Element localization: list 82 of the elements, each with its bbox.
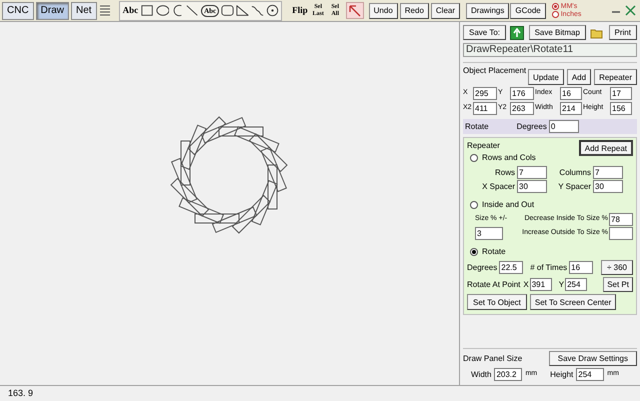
field-label: Rotate <box>465 120 489 132</box>
button[interactable]: Add Repeat <box>578 140 633 156</box>
button[interactable]: Set To Screen Center <box>530 294 616 310</box>
button[interactable]: Update <box>528 69 564 85</box>
toolbar-button[interactable]: Undo <box>368 2 398 18</box>
flip-tool[interactable]: Flip <box>292 4 308 18</box>
input-field[interactable]: 214 <box>560 102 582 115</box>
tab[interactable]: Draw <box>36 2 70 20</box>
input-field[interactable]: 30 <box>593 180 623 193</box>
arc-icon[interactable] <box>171 4 184 17</box>
triangle-icon[interactable] <box>236 4 250 17</box>
field-label: Columns <box>558 166 591 178</box>
button[interactable]: Set To Object <box>467 294 527 310</box>
text-tool[interactable]: Abc <box>122 4 140 18</box>
input-field[interactable]: 263 <box>510 102 534 115</box>
input-field[interactable]: 254 <box>576 368 604 381</box>
input-field[interactable] <box>609 227 633 240</box>
radio-button[interactable] <box>470 248 478 256</box>
input-field[interactable]: 7 <box>517 166 547 179</box>
field-label: Rows <box>494 166 515 178</box>
input-field[interactable]: 16 <box>569 261 594 274</box>
field-label: Y <box>558 278 564 290</box>
button[interactable]: Save Draw Settings <box>548 351 637 366</box>
field-label: X Spacer <box>481 180 515 192</box>
curve-icon[interactable] <box>251 4 264 17</box>
tab[interactable]: CNC <box>2 2 34 20</box>
input-field[interactable]: 254 <box>565 278 588 291</box>
input-field[interactable]: 30 <box>517 180 547 193</box>
radio-button[interactable] <box>552 11 559 18</box>
radio-button[interactable] <box>552 3 559 10</box>
line-icon[interactable] <box>186 4 200 17</box>
arrow-icon[interactable] <box>348 4 361 16</box>
field-label: Degrees <box>467 262 498 274</box>
rectangle-icon[interactable] <box>141 4 154 17</box>
radio-label: Rows and Cols <box>482 152 536 164</box>
rounded-rectangle-icon[interactable] <box>221 4 234 17</box>
radio-button[interactable] <box>470 201 478 209</box>
button[interactable]: Print <box>608 25 637 40</box>
radio-label: Rotate <box>482 246 506 258</box>
input-field[interactable]: 3 <box>475 227 503 240</box>
section-title: Object Placement <box>463 65 526 77</box>
button[interactable]: Add <box>566 69 592 85</box>
radio-button[interactable] <box>470 154 478 162</box>
folder-icon[interactable] <box>590 26 604 38</box>
field-label: # of Times <box>530 262 568 274</box>
toolbar-button[interactable]: Clear <box>430 2 460 18</box>
button[interactable]: Repeater <box>594 69 637 85</box>
menu-icon[interactable] <box>98 4 111 18</box>
input-field[interactable]: 156 <box>610 102 632 115</box>
field-label: Height <box>550 368 574 380</box>
button[interactable]: Save To: <box>463 25 506 40</box>
field-label: Rotate At Point <box>467 278 520 290</box>
pointer-button[interactable] <box>346 2 364 19</box>
field-label: Degrees <box>516 120 547 132</box>
toolbar-button[interactable]: Drawings <box>466 2 510 18</box>
toolbar-button[interactable]: GCode <box>510 2 546 18</box>
toolbar-button[interactable]: Redo <box>400 2 429 18</box>
radio-label: Inside and Out <box>482 199 534 211</box>
button[interactable]: Save Bitmap <box>528 25 586 40</box>
input-field[interactable]: 203.2 <box>494 368 522 381</box>
input-field[interactable]: 295 <box>473 87 497 100</box>
button[interactable]: Set Pt <box>603 277 633 292</box>
section-title: Draw Panel Size <box>463 352 522 364</box>
field-label: X <box>523 278 529 290</box>
input-field[interactable]: 391 <box>530 278 552 291</box>
input-field[interactable]: 16 <box>560 87 582 100</box>
file-name-field[interactable]: DrawRepeater\Rotate11 <box>463 43 637 57</box>
field-label: Y Spacer <box>557 180 591 192</box>
close-icon[interactable] <box>625 5 636 16</box>
input-field[interactable]: 176 <box>510 87 534 100</box>
input-field[interactable]: 7 <box>593 166 623 179</box>
input-field[interactable]: 411 <box>473 102 497 115</box>
field-label: Width <box>471 368 492 380</box>
input-field[interactable]: 78 <box>609 213 633 226</box>
input-field[interactable]: 17 <box>610 87 632 100</box>
status-text: 163. 9 <box>8 386 34 400</box>
button[interactable]: ÷ 360 <box>601 260 633 275</box>
input-field[interactable]: 0 <box>548 120 579 133</box>
input-field[interactable]: 22.5 <box>499 261 524 274</box>
circle-dot-icon[interactable] <box>266 4 280 17</box>
section-title: Repeater <box>467 140 500 152</box>
tab[interactable]: Net <box>71 2 97 20</box>
